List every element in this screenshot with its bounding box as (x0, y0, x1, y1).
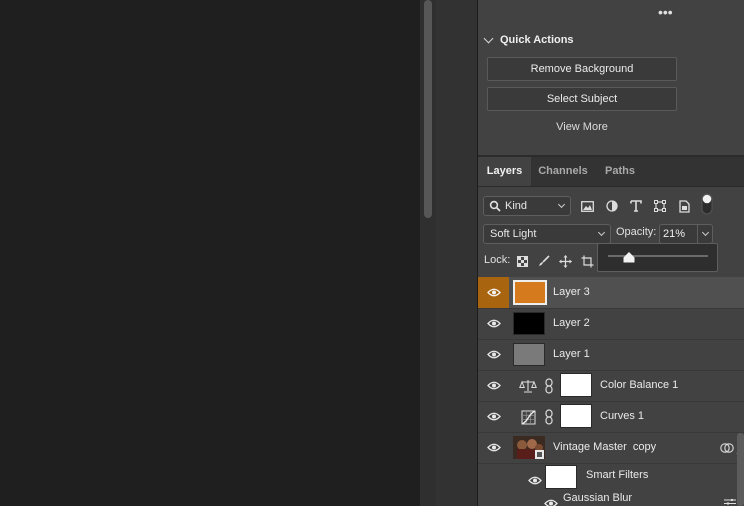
chevron-down-icon (701, 228, 710, 237)
remove-background-button[interactable]: Remove Background (487, 57, 677, 81)
opacity-slider-thumb[interactable] (623, 250, 635, 268)
eye-icon (486, 288, 501, 297)
lock-transparent-icon[interactable] (514, 253, 530, 269)
layer-name[interactable]: Layer 2 (553, 308, 590, 339)
layer-name[interactable]: Gaussian Blur (563, 490, 632, 506)
layer-thumbnail[interactable] (513, 312, 545, 335)
canvas-scrollbar-thumb[interactable] (424, 0, 432, 218)
tab-layers[interactable]: Layers (478, 157, 531, 186)
layer-thumbnail[interactable] (513, 343, 545, 366)
layer-name[interactable]: Curves 1 (600, 401, 644, 432)
layer-row-layer-2[interactable]: Layer 2 (478, 308, 744, 340)
smart-filter-mask-thumbnail[interactable] (545, 465, 577, 489)
layer-row-gaussian-blur[interactable]: Gaussian Blur (478, 490, 744, 506)
smart-object-thumbnail[interactable] (513, 436, 545, 459)
filter-kind-select[interactable]: Kind (483, 196, 571, 216)
layer-row-layer-3[interactable]: Layer 3 (478, 277, 744, 309)
filter-kind-label: Kind (505, 200, 528, 212)
chevron-down-icon[interactable] (483, 33, 494, 44)
layer-mask-thumbnail[interactable] (560, 404, 592, 428)
smart-filter-effects-icon[interactable] (720, 441, 734, 459)
chevron-down-icon (557, 200, 566, 209)
smart-object-filter-icon[interactable] (674, 196, 694, 216)
opacity-slider-toggle[interactable] (697, 225, 712, 243)
eye-icon (486, 381, 501, 390)
eye-icon (486, 350, 501, 359)
adjustment-filter-icon[interactable] (602, 196, 622, 216)
layer-row-layer-1[interactable]: Layer 1 (478, 339, 744, 371)
curves-icon[interactable] (519, 408, 537, 426)
panel-gutter (436, 0, 478, 506)
link-icon[interactable] (544, 408, 554, 426)
layer-row-curves-1[interactable]: Curves 1 (478, 401, 744, 433)
layer-name[interactable]: Smart Filters (586, 463, 648, 488)
visibility-toggle[interactable] (478, 370, 509, 401)
layer-row-vintage-master-copy[interactable]: Vintage Master copy (478, 432, 744, 464)
layer-name[interactable]: Layer 3 (553, 277, 590, 308)
eye-icon[interactable] (528, 472, 542, 490)
lock-label: Lock: (484, 254, 511, 266)
lock-artboard-icon[interactable] (579, 253, 595, 269)
tab-channels[interactable]: Channels (531, 157, 595, 186)
right-panel: ••• Quick Actions Remove Background Sele… (478, 0, 744, 506)
document-canvas[interactable] (0, 0, 420, 506)
eye-icon[interactable] (544, 495, 558, 506)
tab-paths[interactable]: Paths (595, 157, 645, 186)
image-filter-icon[interactable] (577, 196, 597, 216)
type-filter-icon[interactable] (626, 196, 646, 216)
layer-name[interactable]: Layer 1 (553, 339, 590, 370)
eye-icon (486, 412, 501, 421)
search-icon (489, 200, 501, 218)
opacity-slider-popup (597, 243, 718, 272)
opacity-value: 21% (663, 228, 686, 240)
quick-actions-title: Quick Actions (500, 34, 574, 46)
opacity-label: Opacity: (616, 226, 657, 238)
visibility-toggle[interactable] (478, 401, 509, 432)
select-subject-button[interactable]: Select Subject (487, 87, 677, 111)
opacity-input[interactable]: 21% (659, 224, 713, 244)
visibility-toggle[interactable] (478, 308, 509, 339)
visibility-toggle[interactable] (478, 277, 509, 308)
blend-mode-select[interactable]: Soft Light (483, 224, 611, 244)
layer-mask-thumbnail[interactable] (560, 373, 592, 397)
layer-name[interactable]: Color Balance 1 (600, 370, 678, 401)
layer-row-color-balance-1[interactable]: Color Balance 1 (478, 370, 744, 402)
eye-icon (486, 319, 501, 328)
lock-image-icon[interactable] (536, 253, 552, 269)
layer-name[interactable]: Vintage Master copy (553, 432, 656, 463)
layers-panel-tabs: Layers Channels Paths (478, 157, 744, 187)
view-more-link[interactable]: View More (478, 121, 686, 133)
visibility-toggle[interactable] (478, 339, 509, 370)
visibility-toggle[interactable] (478, 432, 509, 463)
layer-thumbnail[interactable] (513, 280, 547, 305)
panel-menu-icon[interactable]: ••• (658, 4, 673, 20)
color-balance-icon[interactable] (519, 377, 537, 395)
shape-filter-icon[interactable] (650, 196, 670, 216)
filter-toggle-icon[interactable] (697, 193, 717, 215)
filter-options-icon[interactable] (724, 495, 736, 506)
layers-scrollbar-thumb[interactable] (737, 433, 744, 506)
chevron-down-icon (597, 228, 606, 237)
layer-row-smart-filters[interactable]: Smart Filters (478, 463, 744, 490)
blend-mode-label: Soft Light (490, 228, 537, 240)
link-icon[interactable] (544, 377, 554, 395)
lock-position-icon[interactable] (557, 253, 573, 269)
eye-icon (486, 443, 501, 452)
